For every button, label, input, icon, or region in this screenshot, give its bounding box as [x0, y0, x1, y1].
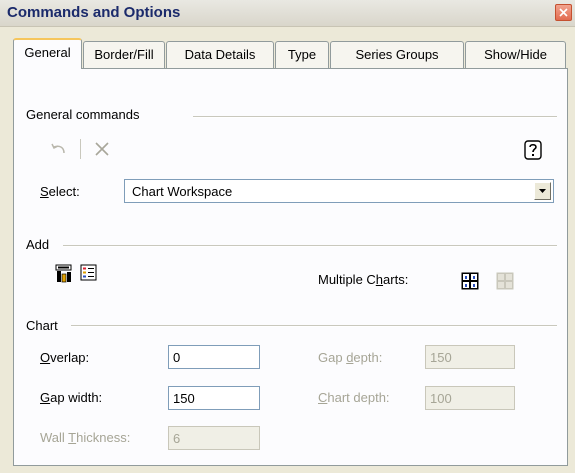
tab-data-details[interactable]: Data Details	[166, 41, 274, 68]
chart-wizard-icon[interactable]	[55, 264, 72, 283]
add-heading: Add	[26, 237, 50, 252]
multiple-charts-icon[interactable]	[461, 272, 479, 290]
legend-icon[interactable]	[80, 264, 97, 281]
gap-depth-label: Gap depth:	[318, 350, 383, 365]
gap-width-field[interactable]	[168, 386, 260, 410]
tab-border-fill[interactable]: Border/Fill	[83, 41, 165, 68]
overlap-field[interactable]	[168, 345, 260, 369]
tab-series-groups[interactable]: Series Groups	[330, 41, 464, 68]
multiple-charts-disabled-icon	[496, 272, 514, 290]
chart-heading: Chart	[26, 318, 58, 333]
wall-thickness-label: Wall Thickness:	[40, 430, 131, 445]
close-button[interactable]	[555, 4, 572, 21]
chevron-down-icon	[539, 189, 546, 193]
wall-thickness-field	[168, 426, 260, 450]
select-dropdown[interactable]: Chart Workspace	[124, 179, 554, 203]
chart-depth-field	[425, 386, 515, 410]
window-title: Commands and Options	[7, 4, 181, 21]
overlap-label: Overlap:	[40, 350, 90, 365]
undo-icon[interactable]	[50, 142, 68, 156]
toolbar-separator	[80, 139, 81, 159]
close-icon	[559, 8, 568, 17]
dropdown-button[interactable]	[534, 182, 551, 200]
tab-general[interactable]: General	[13, 38, 82, 69]
gap-depth-field	[425, 345, 515, 369]
help-icon[interactable]	[524, 140, 542, 160]
tab-type[interactable]: Type	[275, 41, 329, 68]
select-value: Chart Workspace	[132, 184, 233, 199]
general-commands-heading: General commands	[26, 107, 140, 122]
section-divider	[63, 245, 557, 247]
chart-depth-label: Chart depth:	[318, 390, 390, 405]
section-divider	[193, 116, 557, 118]
select-label: Select:	[40, 184, 80, 199]
delete-x-icon[interactable]	[94, 141, 110, 157]
multiple-charts-label: Multiple Charts:	[318, 272, 409, 287]
gap-width-label: Gap width:	[40, 390, 103, 405]
tab-show-hide[interactable]: Show/Hide	[465, 41, 566, 68]
section-divider	[71, 325, 557, 327]
title-bar: Commands and Options	[0, 0, 575, 27]
